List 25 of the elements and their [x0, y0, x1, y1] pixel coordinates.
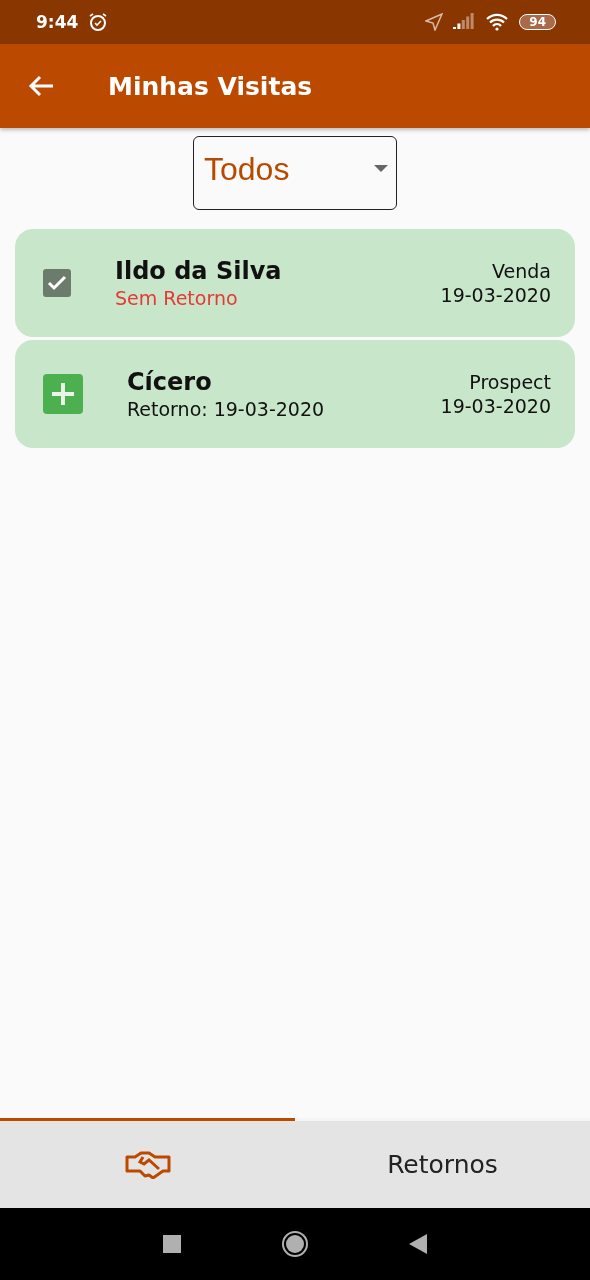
visit-card[interactable]: Ildo da Silva Sem Retorno Venda 19-03-2020	[15, 229, 575, 337]
visit-date: 19-03-2020	[440, 395, 551, 417]
filter-dropdown[interactable]: Todos	[193, 136, 397, 210]
back-icon[interactable]	[409, 1234, 427, 1254]
alarm-icon	[88, 12, 109, 32]
status-time: 9:44	[36, 12, 79, 32]
visit-card[interactable]: Cícero Retorno: 19-03-2020 Prospect 19-03-2020	[15, 340, 575, 448]
app-bar-title: Minhas Visitas	[108, 71, 313, 101]
back-arrow-icon[interactable]	[28, 75, 54, 97]
location-icon	[425, 13, 444, 31]
visit-name: Ildo da Silva	[115, 257, 283, 285]
visit-name: Cícero	[127, 368, 213, 396]
dropdown-caret-icon	[374, 165, 388, 173]
home-icon[interactable]	[281, 1230, 309, 1258]
battery-indicator: 94	[519, 14, 556, 30]
handshake-icon	[124, 1150, 171, 1179]
plus-icon	[43, 374, 83, 414]
wifi-icon	[485, 13, 510, 31]
visit-type: Venda	[492, 260, 551, 282]
visit-return: Retorno: 19-03-2020	[127, 398, 326, 420]
visit-return: Sem Retorno	[115, 287, 239, 309]
checkbox-icon	[43, 269, 71, 297]
visit-date: 19-03-2020	[440, 284, 551, 306]
visit-type: Prospect	[469, 371, 551, 393]
signal-icon	[453, 13, 476, 31]
